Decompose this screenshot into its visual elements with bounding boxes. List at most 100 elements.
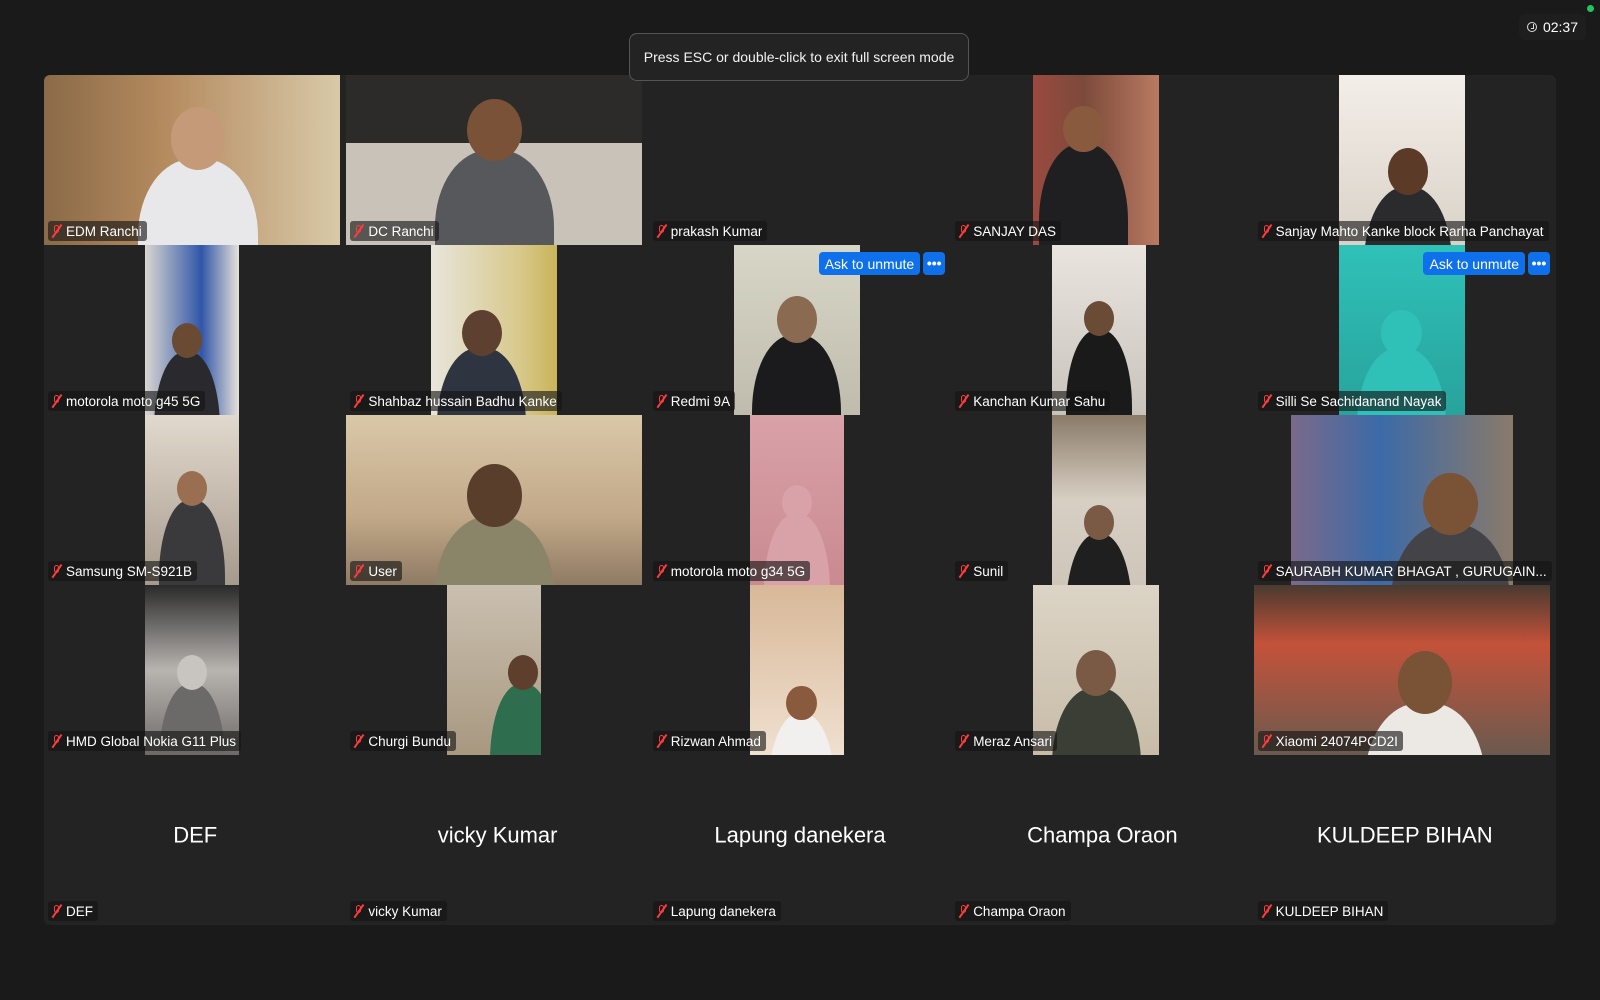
participant-name: SAURABH KUMAR BHAGAT , GURUGAIN...	[1275, 563, 1547, 579]
participant-display-name: Champa Oraon	[1027, 822, 1178, 848]
ask-to-unmute-button[interactable]: Ask to unmute	[818, 252, 921, 275]
participant-tile-sanjay-mahto-kanke-block-rarha-panchayat[interactable]: Sanjay Mahto Kanke block Rarha Panchayat	[1253, 75, 1556, 245]
participant-name: Silli Se Sachidanand Nayak	[1275, 393, 1442, 409]
participant-tile-edm-ranchi[interactable]: EDM Ranchi	[44, 75, 347, 245]
participant-name: Champa Oraon	[973, 903, 1066, 919]
participant-name: Redmi 9A	[670, 393, 731, 409]
participant-name-tag: Meraz Ansari	[955, 731, 1057, 751]
mic-muted-icon	[353, 394, 365, 408]
mic-muted-icon	[1261, 224, 1273, 238]
participant-name: Churgi Bundu	[368, 733, 451, 749]
participant-tile-user[interactable]: User	[346, 415, 649, 585]
participant-tile-meraz-ansari[interactable]: Meraz Ansari	[951, 585, 1254, 755]
participant-name: Samsung SM-S921B	[66, 563, 193, 579]
person-silhouette	[1051, 688, 1141, 755]
participant-display-name: vicky Kumar	[437, 822, 558, 848]
participant-tile-vicky-kumar[interactable]: vicky Kumar vicky Kumar	[346, 755, 649, 925]
participant-name: SANJAY DAS	[973, 223, 1056, 239]
mic-muted-icon	[958, 564, 970, 578]
participant-video	[145, 245, 239, 415]
participant-tile-redmi-9a[interactable]: Ask to unmute ••• Redmi 9A	[648, 245, 952, 415]
participant-name-tag: motorola moto g34 5G	[652, 561, 811, 581]
participant-tile-motorola-moto-g34-5g[interactable]: motorola moto g34 5G	[648, 415, 952, 585]
mic-muted-icon	[958, 734, 970, 748]
more-options-button[interactable]: •••	[923, 252, 946, 275]
participant-name-tag: Silli Se Sachidanand Nayak	[1257, 391, 1447, 411]
mic-muted-icon	[656, 564, 668, 578]
status-indicator	[1587, 5, 1594, 12]
participant-tile-champa-oraon[interactable]: Champa Oraon Champa Oraon	[951, 755, 1254, 925]
participant-tile-def[interactable]: DEF DEF	[44, 755, 347, 925]
participant-name-tag: Churgi Bundu	[350, 731, 456, 751]
mic-muted-icon	[656, 904, 668, 918]
person-head	[1381, 309, 1422, 357]
participant-name-tag: Champa Oraon	[955, 901, 1071, 921]
participant-name: DEF	[66, 903, 93, 919]
participant-display-name: DEF	[173, 822, 218, 848]
participant-video	[1033, 585, 1160, 755]
participant-name: User	[368, 563, 397, 579]
participant-name-tag: User	[350, 561, 402, 581]
participant-video	[749, 585, 844, 755]
participant-video	[1033, 75, 1160, 245]
participant-name: Kanchan Kumar Sahu	[973, 393, 1106, 409]
participant-name: Sanjay Mahto Kanke block Rarha Panchayat	[1275, 223, 1544, 239]
person-head	[467, 98, 522, 162]
participant-tile-saurabh-kumar-bhagat-gurugain[interactable]: SAURABH KUMAR BHAGAT , GURUGAIN...	[1253, 415, 1556, 585]
mic-muted-icon	[51, 564, 63, 578]
person-head	[1084, 505, 1115, 540]
meeting-timer[interactable]: 02:37	[1518, 14, 1586, 40]
participant-name-tag: HMD Global Nokia G11 Plus	[48, 731, 242, 751]
participant-tile-hmd-global-nokia-g11-plus[interactable]: HMD Global Nokia G11 Plus	[44, 585, 347, 755]
participant-tile-xiaomi-24074pcd2i[interactable]: Xiaomi 24074PCD2I	[1253, 585, 1556, 755]
participant-name: Lapung danekera	[670, 903, 776, 919]
person-head	[1063, 105, 1104, 153]
mic-muted-icon	[353, 224, 365, 238]
participant-tile-shahbaz-hussain-badhu-kanke[interactable]: Shahbaz hussain Badhu Kanke	[346, 245, 649, 415]
participant-video	[346, 75, 643, 245]
participant-video	[1290, 415, 1513, 585]
person-head	[176, 654, 208, 690]
ask-to-unmute-button[interactable]: Ask to unmute	[1423, 252, 1525, 275]
participant-tile-prakash-kumar[interactable]: prakash Kumar	[648, 75, 952, 245]
participant-tile-silli-se-sachidanand-nayak[interactable]: Ask to unmute ••• Silli Se Sachidanand Nay…	[1253, 245, 1556, 415]
participant-name-tag: Rizwan Ahmad	[652, 731, 766, 751]
participant-name-tag: SAURABH KUMAR BHAGAT , GURUGAIN...	[1257, 561, 1552, 581]
participant-name: Sunil	[973, 563, 1004, 579]
mic-muted-icon	[51, 394, 63, 408]
fullscreen-exit-text: Press ESC or double-click to exit full s…	[643, 49, 955, 65]
meeting-window: 02:37 Press ESC or double-click to exit …	[0, 0, 1600, 1000]
participant-tile-churgi-bundu[interactable]: Churgi Bundu	[346, 585, 649, 755]
participant-name: prakash Kumar	[670, 223, 763, 239]
participant-tile-kanchan-kumar-sahu[interactable]: Kanchan Kumar Sahu	[951, 245, 1254, 415]
participant-video	[1052, 415, 1147, 585]
participant-tile-samsung-sm-s921b[interactable]: Samsung SM-S921B	[44, 415, 347, 585]
mic-muted-icon	[656, 394, 668, 408]
participant-name-tag: motorola moto g45 5G	[48, 391, 206, 411]
participant-tile-lapung-danekera[interactable]: Lapung danekera Lapung danekera	[648, 755, 952, 925]
mic-muted-icon	[353, 734, 365, 748]
participant-display-name: Lapung danekera	[714, 822, 886, 848]
participant-name: Rizwan Ahmad	[670, 733, 761, 749]
participant-tile-dc-ranchi[interactable]: DC Ranchi	[346, 75, 649, 245]
participant-tile-kuldeep-bihan[interactable]: KULDEEP BIHAN KULDEEP BIHAN	[1253, 755, 1556, 925]
participant-name-tag: Kanchan Kumar Sahu	[955, 391, 1111, 411]
participant-tile-motorola-moto-g45-5g[interactable]: motorola moto g45 5G	[44, 245, 347, 415]
participant-name-tag: Lapung danekera	[652, 901, 781, 921]
more-options-button[interactable]: •••	[1527, 252, 1550, 275]
person-head	[176, 471, 208, 506]
participant-display-name: KULDEEP BIHAN	[1316, 822, 1493, 848]
participant-name: Shahbaz hussain Badhu Kanke	[368, 393, 557, 409]
participant-tile-sunil[interactable]: Sunil	[951, 415, 1254, 585]
participant-name-tag: EDM Ranchi	[48, 221, 147, 241]
mic-muted-icon	[958, 224, 970, 238]
mic-muted-icon	[656, 224, 668, 238]
person-silhouette	[434, 150, 555, 245]
participant-name: Xiaomi 24074PCD2I	[1275, 733, 1398, 749]
mic-muted-icon	[958, 394, 970, 408]
participant-tile-sanjay-das[interactable]: SANJAY DAS	[951, 75, 1254, 245]
participant-name-tag: Sanjay Mahto Kanke block Rarha Panchayat	[1257, 221, 1549, 241]
timer-value: 02:37	[1542, 19, 1578, 35]
mic-muted-icon	[958, 904, 970, 918]
participant-tile-rizwan-ahmad[interactable]: Rizwan Ahmad	[648, 585, 952, 755]
